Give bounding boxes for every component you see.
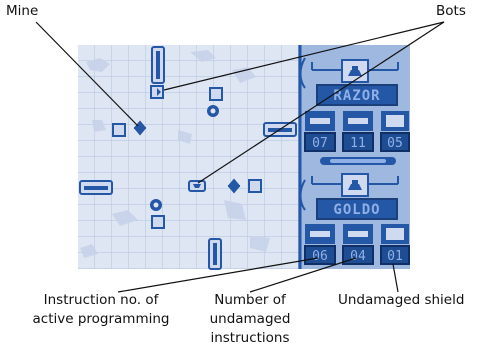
bot-icon — [188, 180, 206, 192]
shield-value: 05 — [387, 136, 403, 151]
bot-name: GOLDO — [333, 202, 380, 218]
crate — [248, 179, 262, 193]
instruction-number-value: 07 — [312, 136, 328, 151]
crate — [151, 215, 165, 229]
undamaged-instructions-value: 04 — [350, 249, 366, 264]
bot-icon — [150, 85, 164, 99]
crate — [112, 123, 126, 137]
crate — [209, 87, 223, 101]
arena-grid — [78, 45, 298, 269]
instruction-number-value: 06 — [312, 249, 328, 264]
shield-value: 01 — [387, 249, 403, 264]
game-screen: RAZOR 07 11 05 GOLDO 06 04 01 — [35, 21, 445, 293]
undamaged-instructions-value: 11 — [350, 136, 366, 151]
control-panel: RAZOR 07 11 05 GOLDO 06 04 01 — [298, 45, 410, 269]
